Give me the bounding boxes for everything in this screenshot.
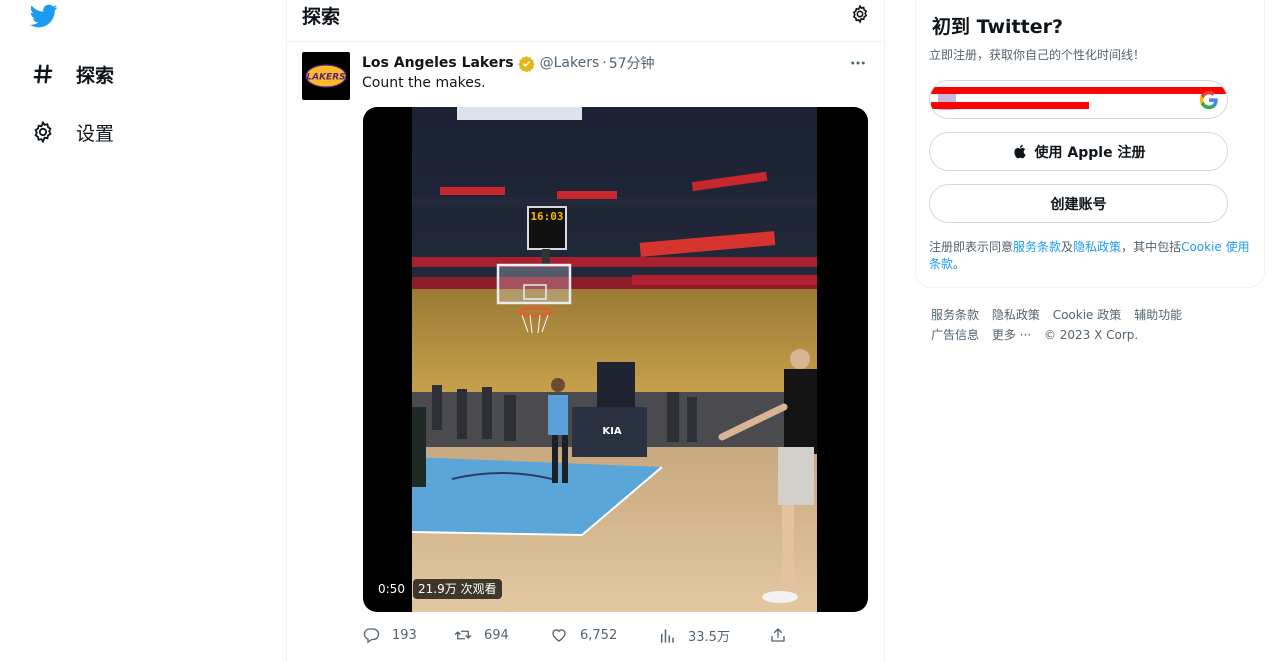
main-column: 探索 LAKERS Los Angeles Lakers @Lakers · 5… bbox=[286, 0, 885, 662]
settings-gear-icon[interactable] bbox=[850, 4, 870, 24]
author-handle[interactable]: @Lakers bbox=[540, 55, 600, 71]
terms-text: 注册即表示同意 bbox=[929, 240, 1014, 254]
redaction-bar bbox=[931, 102, 1089, 109]
footer-link[interactable]: 更多 ··· bbox=[992, 328, 1031, 342]
signup-card: 初到 Twitter? 立即注册，获取你自己的个性化时间线！ 使用 Apple … bbox=[915, 0, 1265, 288]
footer-link[interactable]: 隐私政策 bbox=[992, 308, 1040, 322]
gear-icon bbox=[30, 119, 56, 145]
reply-icon bbox=[363, 628, 380, 644]
analytics-icon bbox=[661, 628, 674, 643]
copyright: © 2023 X Corp. bbox=[1043, 328, 1139, 342]
tweet[interactable]: LAKERS Los Angeles Lakers @Lakers · 57分钟… bbox=[287, 41, 885, 661]
views-button[interactable]: 33.5万 bbox=[658, 626, 730, 645]
terms-notice: 注册即表示同意服务条款及隐私政策，其中包括Cookie 使用条款。 bbox=[929, 239, 1259, 273]
svg-text:LAKERS: LAKERS bbox=[306, 73, 345, 83]
retweet-count: 694 bbox=[484, 627, 509, 643]
google-signin-button[interactable] bbox=[929, 80, 1228, 119]
reply-button[interactable]: 193 bbox=[362, 626, 417, 644]
apple-logo-icon bbox=[1013, 144, 1026, 159]
nav-item-label: 探索 bbox=[76, 64, 115, 87]
tweet-video[interactable]: 16:03 KIA 0:50 21.9万 次观看 bbox=[363, 107, 868, 612]
nav-item-settings[interactable]: 设置 bbox=[30, 112, 114, 152]
apple-signup-button[interactable]: 使用 Apple 注册 bbox=[929, 132, 1228, 171]
share-icon bbox=[771, 628, 785, 642]
reply-count: 193 bbox=[392, 627, 417, 643]
nav-item-label: 设置 bbox=[76, 122, 115, 145]
terms-text: 及 bbox=[1061, 240, 1074, 254]
tweet-timestamp[interactable]: 57分钟 bbox=[609, 53, 655, 73]
nav-item-explore[interactable]: 探索 bbox=[30, 54, 114, 94]
terms-link[interactable]: 服务条款 bbox=[1013, 240, 1061, 254]
create-account-label: 创建账号 bbox=[1050, 196, 1107, 213]
footer-links: 服务条款 隐私政策 Cookie 政策 辅助功能 广告信息 更多 ··· © 2… bbox=[931, 305, 1261, 345]
hashtag-icon bbox=[30, 61, 56, 87]
footer-link[interactable]: Cookie 政策 bbox=[1053, 308, 1122, 322]
signup-subtitle: 立即注册，获取你自己的个性化时间线！ bbox=[929, 48, 1146, 62]
svg-text:16:03: 16:03 bbox=[530, 210, 563, 223]
avatar[interactable]: LAKERS bbox=[302, 52, 350, 100]
tweet-actions: 193 694 6,752 33.5万 bbox=[362, 626, 792, 646]
separator-dot: · bbox=[602, 55, 607, 71]
page-title: 探索 bbox=[302, 6, 341, 28]
share-button[interactable] bbox=[769, 626, 787, 644]
verified-badge-icon bbox=[517, 55, 535, 72]
tweet-header: Los Angeles Lakers @Lakers · 57分钟 bbox=[362, 53, 655, 73]
retweet-icon bbox=[454, 630, 472, 640]
video-view-count: 21.9万 次观看 bbox=[413, 579, 502, 599]
google-logo-icon bbox=[1199, 90, 1218, 110]
video-frame: 16:03 KIA bbox=[412, 107, 817, 612]
like-button[interactable]: 6,752 bbox=[550, 626, 617, 644]
left-navigation: 探索 设置 bbox=[0, 0, 287, 662]
basketball-arena-image: 16:03 KIA bbox=[412, 107, 817, 612]
create-account-button[interactable]: 创建账号 bbox=[929, 184, 1228, 223]
terms-text: ，其中包括 bbox=[1121, 240, 1182, 254]
svg-text:KIA: KIA bbox=[602, 426, 621, 437]
footer-link[interactable]: 广告信息 bbox=[931, 328, 979, 342]
signup-title: 初到 Twitter? bbox=[932, 16, 1063, 38]
terms-text: 。 bbox=[953, 257, 966, 271]
more-options-icon[interactable] bbox=[849, 54, 867, 72]
redaction-bar bbox=[930, 87, 1226, 94]
tweet-text: Count the makes. bbox=[362, 75, 486, 91]
apple-signup-label: 使用 Apple 注册 bbox=[1034, 144, 1146, 161]
like-count: 6,752 bbox=[580, 627, 618, 643]
privacy-link[interactable]: 隐私政策 bbox=[1073, 240, 1121, 254]
footer-link[interactable]: 服务条款 bbox=[931, 308, 979, 322]
footer-link[interactable]: 辅助功能 bbox=[1134, 308, 1182, 322]
twitter-logo-icon[interactable] bbox=[28, 2, 60, 30]
video-duration: 0:50 bbox=[373, 579, 410, 599]
view-count: 33.5万 bbox=[688, 630, 730, 645]
retweet-button[interactable]: 694 bbox=[454, 626, 509, 644]
lakers-logo-icon: LAKERS bbox=[305, 64, 347, 88]
heart-icon bbox=[552, 629, 566, 642]
author-name[interactable]: Los Angeles Lakers bbox=[362, 55, 514, 71]
